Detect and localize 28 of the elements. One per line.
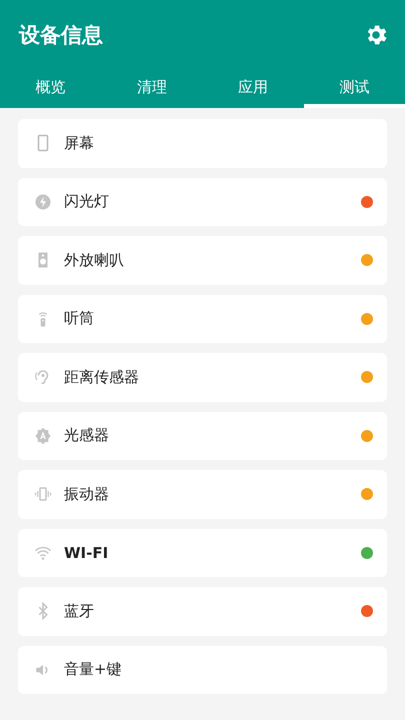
- test-item[interactable]: 闪光灯: [18, 178, 387, 226]
- test-item[interactable]: WI-FI: [18, 528, 387, 577]
- item-label: 蓝牙: [64, 602, 95, 621]
- item-label: 振动器: [64, 484, 110, 504]
- test-item[interactable]: 光感器: [18, 412, 387, 460]
- light-sensor-icon: [34, 426, 52, 445]
- item-label: 听筒: [64, 309, 95, 328]
- item-label: 屏幕: [64, 134, 95, 153]
- item-label: 闪光灯: [64, 192, 110, 212]
- vibration-icon: [34, 485, 52, 504]
- test-item[interactable]: 振动器: [18, 470, 387, 518]
- test-item[interactable]: 蓝牙: [18, 587, 387, 636]
- item-label: 音量+键: [64, 660, 123, 680]
- tab[interactable]: 测试: [304, 70, 405, 108]
- tab[interactable]: 应用: [202, 70, 304, 108]
- tab[interactable]: 清理: [101, 70, 202, 108]
- tab[interactable]: 概览: [0, 70, 102, 108]
- app-title: 设备信息: [19, 22, 103, 49]
- test-item[interactable]: 外放喇叭: [18, 236, 387, 284]
- item-label: 外放喇叭: [64, 250, 125, 270]
- test-item[interactable]: 距离传感器: [18, 353, 387, 402]
- test-item[interactable]: 音量+键: [18, 646, 387, 694]
- test-item[interactable]: 听筒: [18, 294, 387, 343]
- item-label: WI-FI: [64, 544, 110, 562]
- item-label: 光感器: [64, 426, 110, 446]
- item-label: 距离传感器: [64, 368, 140, 387]
- test-item[interactable]: 屏幕: [18, 119, 387, 168]
- flash-icon: [34, 192, 52, 211]
